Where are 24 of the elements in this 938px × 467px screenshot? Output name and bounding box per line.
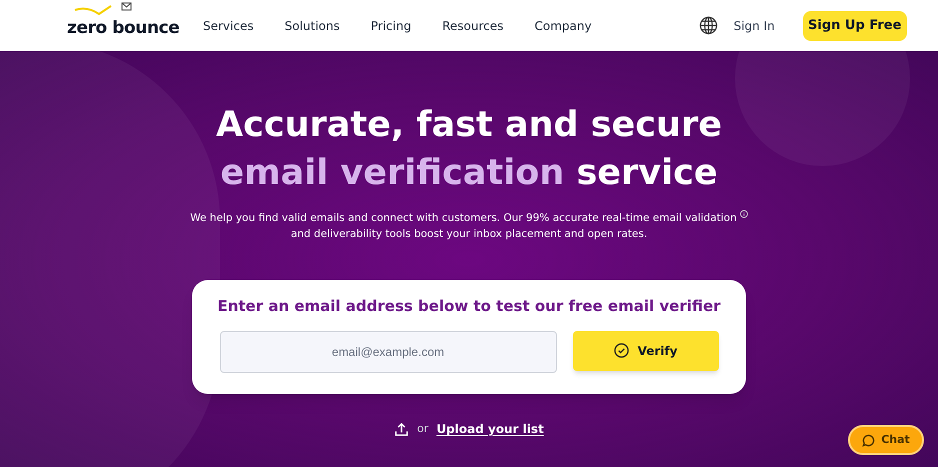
globe-icon[interactable] — [698, 16, 718, 35]
sign-up-button[interactable]: Sign Up Free — [802, 10, 907, 40]
logo[interactable]: zero bounce — [67, 16, 180, 42]
check-circle-icon — [614, 343, 629, 358]
speech-bubble-icon — [862, 434, 876, 446]
email-field[interactable]: email@example.com — [220, 330, 556, 372]
card-title: Enter an email address below to test our free email verifier — [217, 296, 721, 317]
verify-button[interactable]: Verify — [572, 330, 718, 370]
chat-button[interactable]: Chat — [848, 425, 924, 455]
nav-link[interactable]: Services — [203, 16, 254, 34]
headline: email verification service — [220, 152, 718, 195]
or-text: or — [417, 420, 428, 437]
info-icon — [740, 210, 748, 218]
nav-link[interactable]: Pricing — [370, 16, 412, 34]
upload-icon[interactable] — [394, 422, 410, 436]
headline: Accurate, fast and secure — [216, 104, 722, 147]
nav-link[interactable]: Company — [534, 16, 592, 34]
nav-link[interactable]: Resources — [442, 16, 504, 34]
description-text: and deliverability tools boost your inbox placement and open rates. — [290, 227, 648, 242]
upload-link[interactable]: Upload your list — [436, 420, 544, 438]
nav-link[interactable]: Solutions — [284, 16, 340, 34]
description-text: We help you find valid emails and connect with customers. Our 99% accurate real-time email validation — [190, 211, 737, 226]
sign-in-link[interactable]: Sign In — [734, 16, 775, 34]
logo-icon — [73, 0, 133, 17]
